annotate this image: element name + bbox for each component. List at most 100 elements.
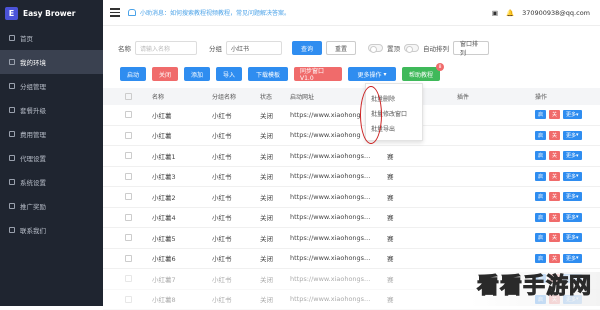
cell-group: 小红书 <box>212 192 260 202</box>
row-more-button[interactable]: 更多▾ <box>563 110 582 119</box>
cell-name: 小红薯5 <box>152 233 212 243</box>
row-close-button[interactable]: 关 <box>549 213 560 222</box>
cell-status: 关闭 <box>260 212 290 222</box>
row-checkbox[interactable] <box>125 152 132 159</box>
row-close-button[interactable]: 关 <box>549 131 560 140</box>
row-ops: 启关更多▾ <box>535 213 582 222</box>
chevron-down-icon: ▾ <box>384 71 387 78</box>
table-row[interactable]: 小红薯3小红书关闭https://www.xiaohongs...赛启关更多▾ <box>103 167 600 188</box>
sidebar-item[interactable]: 推广奖励 <box>0 194 103 218</box>
cell-extra: 赛 <box>375 253 535 263</box>
cell-group: 小红书 <box>212 110 260 120</box>
row-more-button[interactable]: 更多▾ <box>563 172 582 181</box>
window-arrange-button[interactable]: 窗口排列 <box>453 41 489 55</box>
col-status: 状态 <box>260 92 290 101</box>
import-button[interactable]: 导入 <box>216 67 242 81</box>
row-start-button[interactable]: 启 <box>535 131 546 140</box>
search-button[interactable]: 查询 <box>292 41 322 55</box>
row-more-button[interactable]: 更多▾ <box>563 131 582 140</box>
row-checkbox[interactable] <box>125 132 132 139</box>
sidebar-item[interactable]: 套餐升级 <box>0 98 103 122</box>
row-checkbox[interactable] <box>125 234 132 241</box>
row-more-label: 更多 <box>566 214 576 221</box>
sidebar-item[interactable]: 我的环境 <box>0 50 103 74</box>
table-row[interactable]: 小红薯6小红书关闭https://www.xiaohongs...赛启关更多▾ <box>103 249 600 270</box>
close-button[interactable]: 关闭 <box>152 67 178 81</box>
row-close-button[interactable]: 关 <box>549 110 560 119</box>
fullscreen-icon[interactable]: ▣ <box>492 9 498 17</box>
table-row[interactable]: 小红薯小红书关闭https://www.xiaohong启关更多▾ <box>103 126 600 147</box>
row-close-button[interactable]: 关 <box>549 151 560 160</box>
row-ops: 启关更多▾ <box>535 172 582 181</box>
sidebar-item[interactable]: 代理设置 <box>0 146 103 170</box>
row-more-label: 更多 <box>566 173 576 180</box>
sidebar-item[interactable]: 系统设置 <box>0 170 103 194</box>
name-input[interactable]: 请输入名称 <box>135 41 197 55</box>
row-start-button[interactable]: 启 <box>535 254 546 263</box>
auto-arrange-toggle[interactable] <box>404 44 419 52</box>
row-more-button[interactable]: 更多▾ <box>563 192 582 201</box>
row-ops: 启关更多▾ <box>535 254 582 263</box>
download-template-button[interactable]: 下载模板 <box>248 67 288 81</box>
sidebar-item[interactable]: 费用管理 <box>0 122 103 146</box>
row-more-button[interactable]: 更多▾ <box>563 213 582 222</box>
row-ops: 启关更多▾ <box>535 110 582 119</box>
row-more-button[interactable]: 更多▾ <box>563 254 582 263</box>
row-checkbox[interactable] <box>125 111 132 118</box>
help-button[interactable]: 帮助教程 8 <box>402 67 440 81</box>
sidebar-item[interactable]: 首页 <box>0 26 103 50</box>
bell-icon[interactable]: 🔔 <box>506 9 514 17</box>
cell-status: 关闭 <box>260 274 290 284</box>
row-start-button[interactable]: 启 <box>535 213 546 222</box>
row-checkbox[interactable] <box>125 173 132 180</box>
row-close-button[interactable]: 关 <box>549 254 560 263</box>
cell-name: 小红薯6 <box>152 253 212 263</box>
table-row[interactable]: 小红薯2小红书关闭https://www.xiaohongs...赛启关更多▾ <box>103 187 600 208</box>
menu-icon[interactable] <box>110 8 120 16</box>
row-more-button[interactable]: 更多▾ <box>563 233 582 242</box>
table-row[interactable]: 小红薯5小红书关闭https://www.xiaohongs...赛启关更多▾ <box>103 228 600 249</box>
row-start-button[interactable]: 启 <box>535 192 546 201</box>
row-checkbox[interactable] <box>125 296 132 303</box>
row-start-button[interactable]: 启 <box>535 110 546 119</box>
sidebar-item[interactable]: 联系我们 <box>0 218 103 242</box>
col-group: 分组名称 <box>212 92 260 101</box>
nav-icon <box>9 59 15 65</box>
table-row[interactable]: 小红薯4小红书关闭https://www.xiaohongs...赛启关更多▾ <box>103 208 600 229</box>
row-start-button[interactable]: 启 <box>535 151 546 160</box>
row-more-button[interactable]: 更多▾ <box>563 151 582 160</box>
row-start-button[interactable]: 启 <box>535 233 546 242</box>
cell-group: 小红书 <box>212 171 260 181</box>
row-checkbox[interactable] <box>125 214 132 221</box>
row-checkbox[interactable] <box>125 275 132 282</box>
row-close-button[interactable]: 关 <box>549 172 560 181</box>
row-close-button[interactable]: 关 <box>549 192 560 201</box>
cell-status: 关闭 <box>260 192 290 202</box>
cell-extra: 赛 <box>375 212 535 222</box>
select-all-checkbox[interactable] <box>125 93 132 100</box>
chevron-down-icon: ▾ <box>576 132 579 138</box>
cell-status: 关闭 <box>260 171 290 181</box>
cell-status: 关闭 <box>260 253 290 263</box>
col-name: 名称 <box>152 92 212 101</box>
more-actions-button[interactable]: 更多操作 ▾ <box>348 67 396 81</box>
row-start-button[interactable]: 启 <box>535 172 546 181</box>
sidebar-item[interactable]: 分组管理 <box>0 74 103 98</box>
user-email[interactable]: 370900938@qq.com <box>522 9 590 17</box>
row-checkbox[interactable] <box>125 193 132 200</box>
row-checkbox[interactable] <box>125 255 132 262</box>
add-button[interactable]: 添加 <box>184 67 210 81</box>
start-button[interactable]: 启动 <box>120 67 146 81</box>
table-row[interactable]: 小红薯小红书关闭https://www.xiaohong启关更多▾ <box>103 105 600 126</box>
sync-window-button[interactable]: 同步窗口V1.0 <box>294 67 342 81</box>
notice-bar: 小助消息：如何搜索教程视频教程，常见问题解决答案。 <box>128 8 290 17</box>
reset-button[interactable]: 重置 <box>326 41 356 55</box>
pin-toggle[interactable] <box>368 44 383 52</box>
group-select[interactable]: 小红书 <box>226 41 282 55</box>
nav-icon <box>9 179 15 185</box>
table-row[interactable]: 小红薯1小红书关闭https://www.xiaohongs...赛启关更多▾ <box>103 146 600 167</box>
cell-extra: 赛 <box>375 233 535 243</box>
nav-icon <box>9 131 15 137</box>
col-ops: 操作 <box>535 92 547 101</box>
row-close-button[interactable]: 关 <box>549 233 560 242</box>
